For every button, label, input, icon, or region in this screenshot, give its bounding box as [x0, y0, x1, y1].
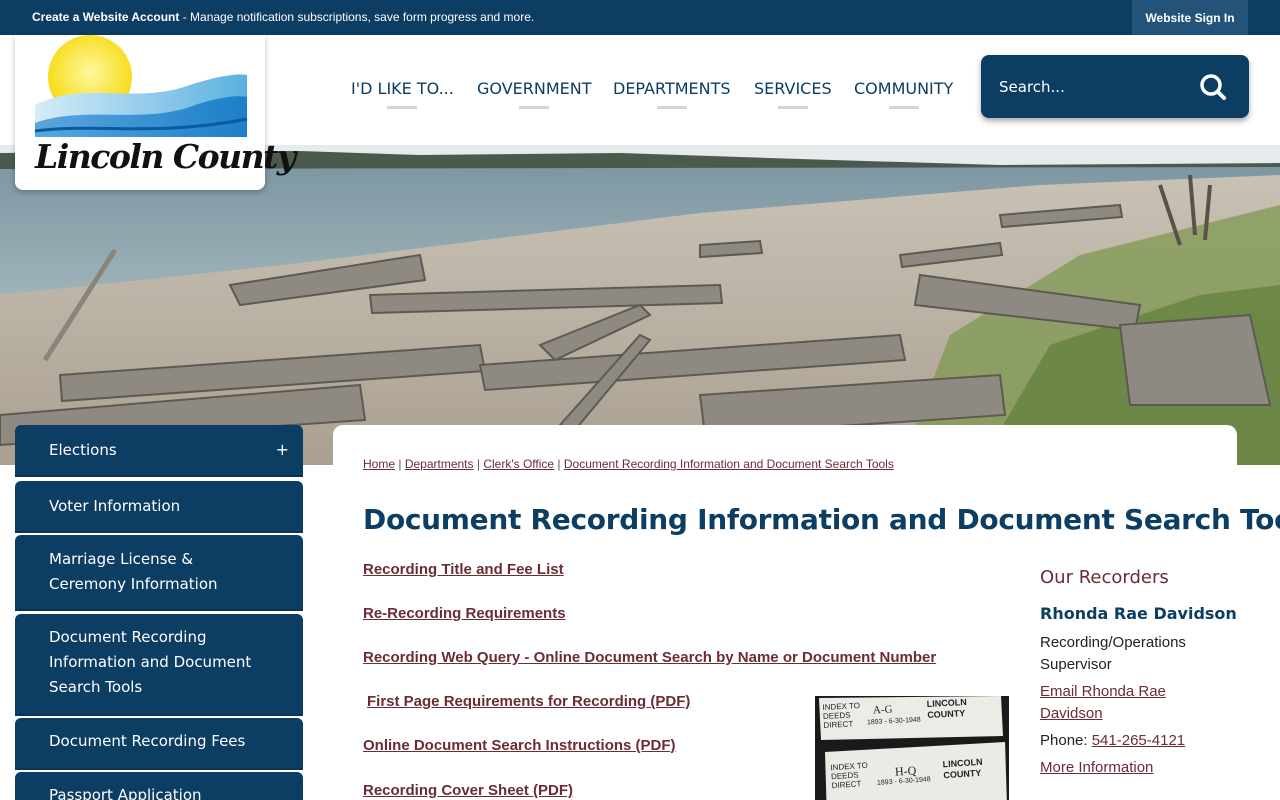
nav-community[interactable]: COMMUNITY	[854, 79, 954, 109]
nav-underline	[387, 106, 418, 109]
breadcrumb-separator: |	[473, 457, 484, 471]
sidebar-item-document-recording[interactable]: Document Recording Information and Docum…	[15, 614, 303, 716]
nav-services-label: SERVICES	[754, 79, 832, 98]
page-title: Document Recording Information and Docum…	[363, 503, 1280, 536]
link-re-recording-requirements[interactable]: Re-Recording Requirements	[363, 605, 566, 622]
link-first-page-requirements[interactable]: First Page Requirements for Recording (P…	[367, 693, 690, 710]
breadcrumb-departments[interactable]: Departments	[405, 457, 474, 471]
our-recorders-heading: Our Recorders	[1040, 567, 1169, 588]
link-recording-cover-sheet[interactable]: Recording Cover Sheet (PDF)	[363, 782, 573, 799]
recorder-email-wrap: Email Rhonda Rae Davidson	[1040, 681, 1215, 725]
nav-departments[interactable]: DEPARTMENTS	[613, 79, 731, 109]
nav-government-label: GOVERNMENT	[477, 79, 592, 98]
link-recording-title-fee-list[interactable]: Recording Title and Fee List	[363, 561, 564, 578]
nav-services[interactable]: SERVICES	[754, 79, 832, 109]
beach-driftwood-photo	[0, 145, 1280, 465]
nav-underline	[888, 106, 919, 109]
sidebar-item-elections[interactable]: Elections +	[15, 425, 303, 477]
main-content: Home | Departments | Clerk's Office | Do…	[333, 425, 1280, 800]
site-search	[981, 55, 1249, 118]
nav-departments-label: DEPARTMENTS	[613, 79, 731, 98]
more-information-link[interactable]: More Information	[1040, 759, 1153, 776]
breadcrumb-clerks-office[interactable]: Clerk's Office	[483, 457, 554, 471]
breadcrumb-home[interactable]: Home	[363, 457, 395, 471]
breadcrumb-separator: |	[554, 457, 564, 471]
book2-county: LINCOLN COUNTY	[942, 757, 983, 782]
hero-banner-image	[0, 145, 1280, 465]
sidebar-item-label: Document Recording Information and Docum…	[49, 628, 252, 696]
recorder-email-link[interactable]: Email Rhonda Rae Davidson	[1040, 683, 1166, 722]
search-input[interactable]	[999, 75, 1189, 99]
nav-underline	[656, 106, 687, 109]
logo-graphic	[34, 35, 248, 137]
sidebar-item-label: Document Recording Fees	[49, 732, 246, 750]
create-account-link[interactable]: Create a Website Account	[32, 10, 179, 24]
nav-id-like-to-label: I'D LIKE TO...	[351, 79, 454, 98]
recorder-role: Recording/Operations Supervisor	[1040, 634, 1186, 673]
recorder-phone: Phone: 541-265-4121	[1040, 730, 1230, 752]
sidebar-item-marriage-license[interactable]: Marriage License & Ceremony Information	[15, 535, 303, 611]
nav-government[interactable]: GOVERNMENT	[477, 79, 592, 109]
nav-community-label: COMMUNITY	[854, 79, 954, 98]
sidebar-item-label: Marriage License & Ceremony Information	[49, 550, 218, 593]
phone-label: Phone:	[1040, 732, 1092, 749]
search-button[interactable]	[1197, 71, 1229, 103]
deed-index-books-photo: INDEX TO DEEDS DIRECT A-G 1893 - 6-30-19…	[815, 696, 1009, 800]
nav-underline	[519, 106, 550, 109]
sidebar-item-document-recording-fees[interactable]: Document Recording Fees	[15, 718, 303, 770]
logo-text: Lincoln County	[35, 137, 296, 176]
book2-index-label: INDEX TO DEEDS DIRECT	[830, 761, 869, 791]
book1-county-line: COUNTY	[927, 708, 966, 721]
expand-plus-icon[interactable]: +	[276, 437, 289, 462]
book1-county: LINCOLN COUNTY	[926, 697, 967, 721]
top-utility-bar: Create a Website Account - Manage notifi…	[0, 0, 1280, 35]
recorder-name: Rhonda Rae Davidson	[1040, 604, 1237, 623]
sidebar-item-passport-application[interactable]: Passport Application	[15, 772, 303, 800]
breadcrumb: Home | Departments | Clerk's Office | Do…	[363, 457, 894, 471]
create-account-description: - Manage notification subscriptions, sav…	[179, 10, 535, 24]
recorder-phone-link[interactable]: 541-265-4121	[1092, 732, 1185, 749]
book1-letters: A-G	[872, 703, 893, 717]
sidebar-item-label: Voter Information	[49, 497, 181, 515]
more-information-wrap: More Information	[1040, 757, 1215, 779]
lincoln-county-logo[interactable]: Lincoln County	[15, 35, 296, 190]
link-online-search-instructions[interactable]: Online Document Search Instructions (PDF…	[363, 737, 676, 754]
create-account-message[interactable]: Create a Website Account - Manage notifi…	[32, 10, 534, 24]
breadcrumb-current-page[interactable]: Document Recording Information and Docum…	[564, 457, 894, 471]
book1-index-label: INDEX TO DEEDS DIRECT	[822, 701, 861, 730]
sidebar-item-label: Elections	[49, 441, 117, 459]
website-sign-in-button[interactable]: Website Sign In	[1132, 0, 1248, 35]
nav-underline	[777, 106, 808, 109]
nav-id-like-to[interactable]: I'D LIKE TO...	[351, 79, 454, 109]
search-icon	[1200, 74, 1226, 100]
breadcrumb-separator: |	[395, 457, 405, 471]
sidebar-item-label: Passport Application	[49, 786, 202, 800]
sidebar-item-voter-information[interactable]: Voter Information	[15, 481, 303, 533]
link-recording-web-query[interactable]: Recording Web Query - Online Document Se…	[363, 649, 936, 666]
